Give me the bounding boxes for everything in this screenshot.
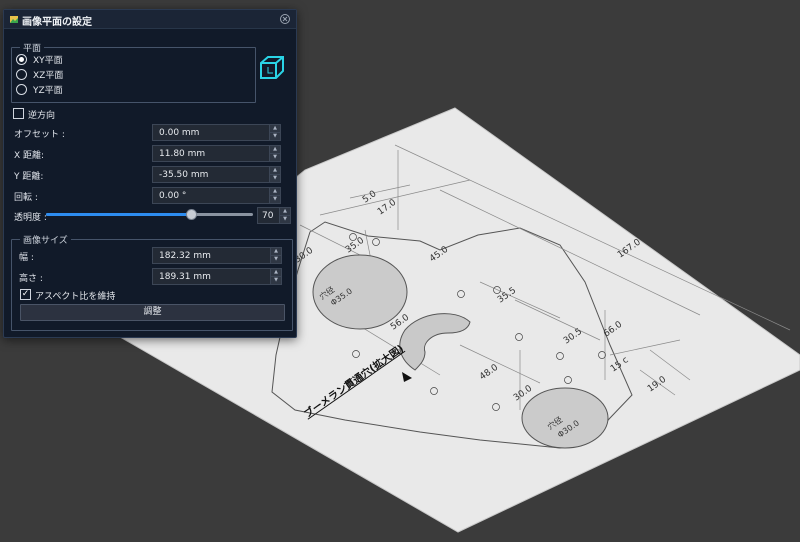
y-distance-input[interactable] (153, 167, 267, 182)
spin-down-icon[interactable]: ▼ (271, 276, 281, 284)
radio-label: XY平面 (33, 56, 63, 66)
panel-title: 画像平面の設定 (22, 17, 92, 28)
cube-orientation-icon (258, 54, 286, 85)
spin-buttons[interactable]: ▲ ▼ (269, 188, 280, 203)
opacity-label: 透明度 : (14, 213, 47, 223)
spin-up-icon[interactable]: ▲ (270, 167, 280, 174)
rotation-spinbox[interactable]: ▲ ▼ (152, 187, 281, 204)
spin-up-icon[interactable]: ▲ (270, 125, 280, 132)
panel-titlebar[interactable]: 画像平面の設定 (4, 10, 296, 29)
y-distance-spinbox[interactable]: ▲ ▼ (152, 166, 281, 183)
image-plane-settings-panel: 画像平面の設定 平面 XY平面 XZ平面 YZ平面 逆方向 オフセット: 0.… (3, 9, 297, 338)
spin-up-icon[interactable]: ▲ (280, 208, 290, 215)
keep-aspect-checkbox[interactable]: ✓ (20, 289, 31, 300)
reverse-checkbox[interactable] (13, 108, 24, 119)
spin-up-icon[interactable]: ▲ (271, 248, 281, 255)
spin-buttons[interactable]: ▲ ▼ (270, 269, 281, 284)
offset-input[interactable] (153, 125, 267, 140)
radio-label: XZ平面 (33, 71, 64, 81)
reverse-label: 逆方向 (28, 111, 56, 121)
height-spinbox[interactable]: ▲ ▼ (152, 268, 282, 285)
spin-buttons[interactable]: ▲ ▼ (269, 125, 280, 140)
radio-indicator[interactable] (16, 54, 27, 65)
radio-xz-plane[interactable]: XZ平面 (16, 68, 63, 81)
opacity-spinbox[interactable]: ▲ ▼ (257, 207, 291, 224)
width-label: 幅 : (19, 253, 34, 263)
opacity-slider[interactable] (46, 209, 253, 220)
adjust-button[interactable]: 調整 (20, 304, 285, 321)
image-plane-icon (10, 14, 19, 27)
radio-yz-plane[interactable]: YZ平面 (16, 83, 63, 96)
spin-buttons[interactable]: ▲ ▼ (270, 248, 281, 263)
opacity-slider-fill (46, 213, 191, 216)
opacity-slider-handle[interactable] (185, 209, 197, 220)
spin-up-icon[interactable]: ▲ (271, 269, 281, 276)
radio-label: YZ平面 (33, 86, 63, 96)
spin-down-icon[interactable]: ▼ (270, 195, 280, 203)
y-distance-label: Y 距離: (14, 172, 44, 182)
keep-aspect-label: アスペクト比を維持 (35, 292, 116, 302)
radio-indicator[interactable] (16, 69, 27, 80)
rotation-label: 回転 : (14, 193, 38, 203)
x-distance-spinbox[interactable]: ▲ ▼ (152, 145, 281, 162)
image-size-group-legend: 画像サイズ (20, 233, 71, 246)
width-spinbox[interactable]: ▲ ▼ (152, 247, 282, 264)
height-input[interactable] (153, 269, 267, 284)
spin-buttons[interactable]: ▲ ▼ (269, 146, 280, 161)
spin-down-icon[interactable]: ▼ (271, 255, 281, 263)
width-input[interactable] (153, 248, 267, 263)
height-label: 高さ : (19, 274, 43, 284)
offset-spinbox[interactable]: ▲ ▼ (152, 124, 281, 141)
spin-up-icon[interactable]: ▲ (270, 146, 280, 153)
x-distance-label: X 距離: (14, 151, 45, 161)
offset-label: オフセット : (14, 130, 65, 140)
spin-down-icon[interactable]: ▼ (270, 132, 280, 140)
radio-indicator[interactable] (16, 84, 27, 95)
close-icon[interactable] (279, 13, 291, 25)
spin-buttons[interactable]: ▲ ▼ (269, 167, 280, 182)
spin-down-icon[interactable]: ▼ (270, 153, 280, 161)
rotation-input[interactable] (153, 188, 267, 203)
spin-down-icon[interactable]: ▼ (270, 174, 280, 182)
spin-up-icon[interactable]: ▲ (270, 188, 280, 195)
spin-down-icon[interactable]: ▼ (280, 215, 290, 223)
spin-buttons[interactable]: ▲ ▼ (279, 208, 290, 223)
x-distance-input[interactable] (153, 146, 267, 161)
radio-xy-plane[interactable]: XY平面 (16, 53, 63, 66)
